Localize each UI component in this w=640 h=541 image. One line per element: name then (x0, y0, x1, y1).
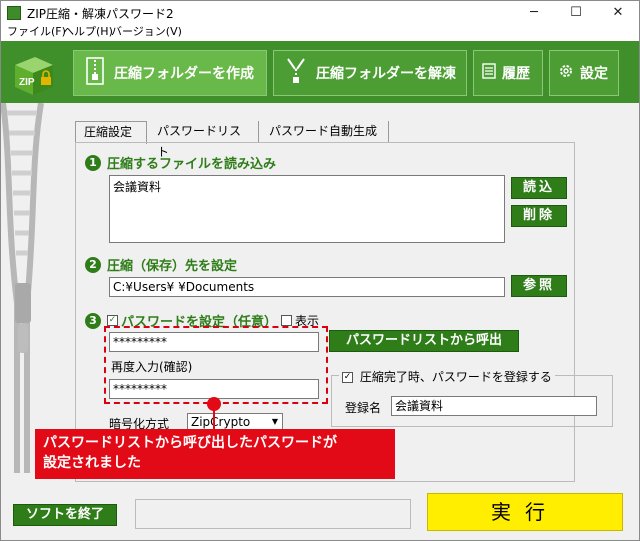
close-button[interactable]: ✕ (597, 1, 639, 25)
zip-logo: ZIP (11, 53, 57, 97)
register-name-label: 登録名 (345, 401, 382, 415)
list-item[interactable]: 会議資料 (113, 178, 501, 195)
load-button[interactable]: 読込 (511, 177, 567, 199)
register-password-checkbox[interactable]: ✓ (342, 372, 353, 383)
register-password-option[interactable]: ✓ 圧縮完了時、パスワードを登録する (339, 368, 555, 385)
encryption-value: ZipCrypto (191, 415, 251, 429)
step-1-number: 1 (85, 154, 101, 171)
quit-button[interactable]: ソフトを終了 (13, 504, 117, 526)
toolbar: ZIP 圧縮フォルダーを作成 圧縮フォルダーを解凍 履歴 設定 (1, 41, 639, 103)
confirm-password-input[interactable]: ********* (109, 379, 319, 399)
callout-pointer-line (213, 409, 215, 431)
load-from-password-list-button[interactable]: パスワードリストから呼出 (329, 330, 519, 352)
window-title: ZIP圧縮・解凍パスワード2 (27, 7, 174, 21)
list-icon (482, 63, 496, 83)
confirm-password-label: 再度入力(確認) (111, 360, 193, 374)
delete-button[interactable]: 削除 (511, 205, 567, 227)
chevron-down-icon: ▼ (271, 417, 279, 426)
step-2-title: 圧縮（保存）先を設定 (107, 259, 238, 274)
extract-archive-label: 圧縮フォルダーを解凍 (316, 66, 456, 82)
menu-version[interactable]: バージョン(V) (111, 25, 182, 39)
destination-path-input[interactable]: C:¥Users¥ ¥Documents (109, 277, 505, 297)
title-bar: ZIP圧縮・解凍パスワード2 ─ ☐ ✕ (1, 1, 639, 25)
execute-button[interactable]: 実行 (427, 493, 623, 531)
step-1-heading: 1 圧縮するファイルを読み込み (85, 153, 276, 172)
menu-file[interactable]: ファイル(F) (7, 25, 66, 39)
tab-password-list[interactable]: パスワードリスト (149, 121, 259, 159)
maximize-button[interactable]: ☐ (555, 1, 597, 25)
menu-bar: ファイル(F) ヘルプ(H) バージョン(V) (1, 25, 639, 41)
password-input[interactable]: ********* (109, 332, 319, 352)
callout-line-1: パスワードリストから呼び出したパスワードが (43, 435, 337, 451)
step-1-title: 圧縮するファイルを読み込み (107, 157, 277, 172)
tab-compress-settings[interactable]: 圧縮設定 (75, 121, 147, 144)
show-password-checkbox[interactable] (281, 315, 293, 326)
zip-extract-icon (286, 57, 306, 89)
register-name-input[interactable]: 会議資料 (391, 396, 597, 416)
gear-icon (558, 63, 574, 83)
create-archive-button[interactable]: 圧縮フォルダーを作成 (73, 50, 267, 96)
app-window: ZIP圧縮・解凍パスワード2 ─ ☐ ✕ ファイル(F) ヘルプ(H) バージョ… (0, 0, 640, 541)
file-list[interactable]: 会議資料 (109, 175, 505, 243)
create-archive-label: 圧縮フォルダーを作成 (114, 66, 254, 82)
logo-text: ZIP (19, 77, 35, 88)
app-icon (7, 6, 21, 20)
tab-password-generator[interactable]: パスワード自動生成 (261, 121, 389, 143)
password-enable-checkbox[interactable]: ✓ (107, 315, 118, 326)
step-2-heading: 2 圧縮（保存）先を設定 (85, 255, 237, 274)
browse-button[interactable]: 参照 (511, 275, 567, 297)
step-3-number: 3 (85, 312, 101, 329)
menu-help[interactable]: ヘルプ(H) (63, 25, 113, 39)
history-button[interactable]: 履歴 (473, 50, 543, 96)
history-label: 履歴 (502, 66, 530, 82)
minimize-button[interactable]: ─ (513, 1, 555, 25)
zipper-decoration (0, 102, 45, 473)
status-bar (135, 499, 411, 529)
settings-button[interactable]: 設定 (549, 50, 619, 96)
annotation-callout: パスワードリストから呼び出したパスワードが 設定されました (35, 429, 395, 479)
register-password-label: 圧縮完了時、パスワードを登録する (359, 370, 552, 384)
step-2-number: 2 (85, 256, 101, 273)
zip-compress-icon (86, 57, 104, 89)
callout-line-2: 設定されました (43, 455, 141, 471)
extract-archive-button[interactable]: 圧縮フォルダーを解凍 (273, 50, 467, 96)
settings-label: 設定 (580, 66, 608, 82)
